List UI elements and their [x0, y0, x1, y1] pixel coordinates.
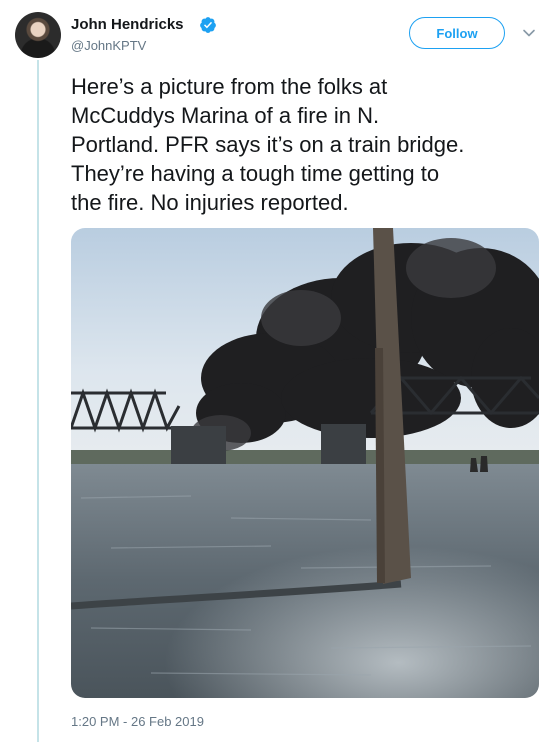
chevron-down-icon[interactable] [522, 26, 536, 40]
photo-fire-on-train-bridge [71, 228, 539, 698]
thread-line [37, 60, 39, 742]
display-name[interactable]: John Hendricks [71, 16, 184, 33]
verified-badge-icon [200, 17, 216, 33]
tweet-photo[interactable] [71, 228, 539, 698]
tweet-timestamp[interactable]: 1:20 PM - 26 Feb 2019 [71, 714, 204, 729]
tweet-text: Here’s a picture from the folks at McCud… [71, 74, 465, 215]
follow-button[interactable]: Follow [409, 17, 505, 49]
user-handle[interactable]: @JohnKPTV [71, 38, 146, 53]
avatar[interactable] [15, 12, 61, 58]
